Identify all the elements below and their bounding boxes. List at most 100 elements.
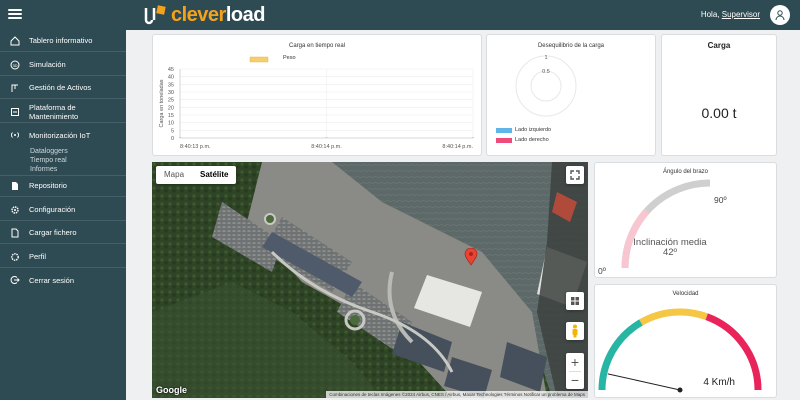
menu-icon[interactable] (8, 7, 22, 21)
sidebar-item-iot[interactable]: Monitorización IoT (0, 124, 126, 146)
sidebar-item-logout[interactable]: Cerrar sesión (0, 269, 126, 291)
map-type-control: Mapa Satélite (156, 166, 237, 184)
top-bar: cleverload Hola, Supervisor (0, 0, 800, 30)
load-chart-y-tick: 10 (168, 121, 174, 127)
logo-text-part1: clever (171, 3, 226, 26)
imbalance-tick-1: 1 (544, 55, 547, 61)
legend-right-swatch (496, 138, 512, 143)
sidebar-item-maintenance[interactable]: Plataforma de Mantenimiento (0, 101, 126, 123)
sidebar-item-profile[interactable]: Perfil (0, 246, 126, 268)
load-card-title: Carga (707, 41, 731, 50)
svg-text:3D: 3D (12, 63, 17, 68)
load-chart-legend-label: Peso (283, 55, 296, 61)
crane-icon (10, 83, 20, 93)
arm-angle-gauge (621, 179, 711, 269)
sidebar-subitem-dataloggers[interactable]: Dataloggers (30, 148, 68, 155)
load-chart-x-tick: 8:40:14 p.m. (311, 144, 342, 150)
arm-angle-value: 42º (662, 247, 678, 258)
sidebar-item-label: Monitorización IoT (29, 130, 91, 140)
fullscreen-button[interactable] (566, 166, 584, 184)
sidebar-item-assets[interactable]: Gestión de Activos (0, 77, 126, 99)
user-link[interactable]: Supervisor (722, 10, 760, 19)
load-chart-y-tick: 25 (168, 98, 174, 104)
logout-icon (10, 275, 20, 285)
sidebar-item-simulation[interactable]: 3D Simulación (0, 54, 126, 76)
file-icon (10, 228, 20, 238)
maintenance-icon (10, 107, 20, 117)
logo-mark-icon (143, 4, 167, 26)
settings-icon (10, 252, 20, 262)
sidebar-item-configuration[interactable]: Configuración (0, 199, 126, 221)
google-logo: Google (156, 385, 187, 395)
sidebar-item-repository[interactable]: Repositorio (0, 175, 126, 197)
load-chart-bar (179, 137, 181, 138)
imbalance-chart: 1 0.5 (515, 55, 577, 117)
speed-gauge-mid-segment (639, 308, 708, 326)
avatar[interactable] (770, 5, 790, 25)
fullscreen-icon (570, 170, 580, 180)
map-type-satellite-button[interactable]: Satélite (192, 166, 236, 184)
speed-card: Velocidad 4 Km/h (594, 284, 777, 398)
sidebar-item-label: Cargar fichero (29, 228, 77, 237)
load-chart-y-tick: 20 (168, 105, 174, 111)
sidebar-item-label: Plataforma de Mantenimiento (29, 102, 79, 121)
imbalance-tick-05: 0.5 (542, 69, 550, 75)
sidebar-subitem-reports[interactable]: Informes (30, 166, 57, 173)
imbalance-card: Desequilibrio de la carga 1 0.5 Lado izq… (486, 34, 656, 156)
sidebar-item-label: Repositorio (29, 181, 67, 190)
zoom-out-button[interactable]: − (571, 372, 579, 389)
load-chart-legend-swatch (249, 56, 269, 63)
sidebar-item-dashboard[interactable]: Tablero informativo (0, 30, 126, 52)
arm-angle-max-label: 90º (714, 195, 727, 205)
load-chart-y-tick: 45 (168, 67, 174, 73)
load-chart-y-label: Carga en toneladas (159, 79, 165, 127)
load-chart-y-tick: 30 (168, 90, 174, 96)
grid-icon (571, 297, 579, 305)
sidebar-item-label: Perfil (29, 252, 47, 261)
iot-icon (10, 130, 20, 140)
legend-left-label: Lado izquierdo (515, 127, 552, 133)
load-chart: 0 510 15 2025 30 3540 45 8:40:13 p.m. 8:40:14 p.… (159, 56, 474, 150)
sidebar: Tablero informativo 3D Simulación Gestió… (0, 30, 126, 400)
greeting: Hola, Supervisor (701, 10, 760, 19)
logo-text-part2: load (225, 3, 266, 26)
logo[interactable]: cleverload (143, 3, 265, 27)
simulation-icon: 3D (10, 60, 20, 70)
zoom-in-button[interactable]: + (571, 353, 579, 371)
imbalance-outer-ring (515, 55, 577, 117)
legend-right-label: Lado derecho (515, 137, 549, 143)
load-chart-x-tick: 8:40:14 p.m. (442, 144, 473, 150)
load-chart-x-tick: 8:40:13 p.m. (180, 144, 211, 150)
map-layers-button[interactable] (566, 292, 584, 310)
map[interactable]: Mapa Satélite + − Google Combinaciones d… (152, 162, 588, 398)
arm-angle-card: Ángulo del brazo 90º 0º Inclinación medi… (594, 162, 777, 278)
load-chart-bar (325, 137, 328, 138)
imbalance-inner-ring (530, 70, 562, 102)
location-pin-icon[interactable] (464, 248, 478, 266)
document-icon (10, 181, 20, 191)
legend-left-swatch (496, 128, 512, 133)
user-icon (775, 10, 785, 21)
satellite-imagery (152, 162, 588, 398)
load-chart-bar (472, 137, 474, 138)
gear-icon (10, 205, 20, 215)
load-chart-y-tick: 0 (171, 136, 174, 142)
sidebar-item-upload[interactable]: Cargar fichero (0, 222, 126, 244)
street-view-button[interactable] (566, 322, 584, 340)
load-chart-card: Carga en tiempo real 0 5 10 15 20 25 30 35 40 45 8… (152, 34, 482, 156)
load-chart-y-tick: 15 (168, 113, 174, 119)
sidebar-item-label: Configuración (29, 205, 76, 214)
sidebar-item-label: Gestión de Activos (29, 83, 92, 92)
arm-angle-min-label: 0º (598, 266, 606, 276)
map-attribution[interactable]: Combinaciones de teclas Imágenes ©2024 A… (326, 391, 588, 398)
sidebar-item-label: Tablero informativo (29, 36, 93, 45)
load-chart-y-tick: 35 (168, 82, 174, 88)
sidebar-subitem-realtime[interactable]: Tiempo real (30, 157, 67, 164)
sidebar-item-label: Simulación (29, 60, 66, 69)
load-chart-y-tick: 5 (171, 128, 174, 134)
map-type-map-button[interactable]: Mapa (156, 166, 192, 184)
dashboard-icon (10, 35, 20, 46)
speed-needle-hub (677, 387, 683, 393)
pegman-icon (572, 324, 578, 338)
load-chart-y-tick: 40 (168, 75, 174, 81)
